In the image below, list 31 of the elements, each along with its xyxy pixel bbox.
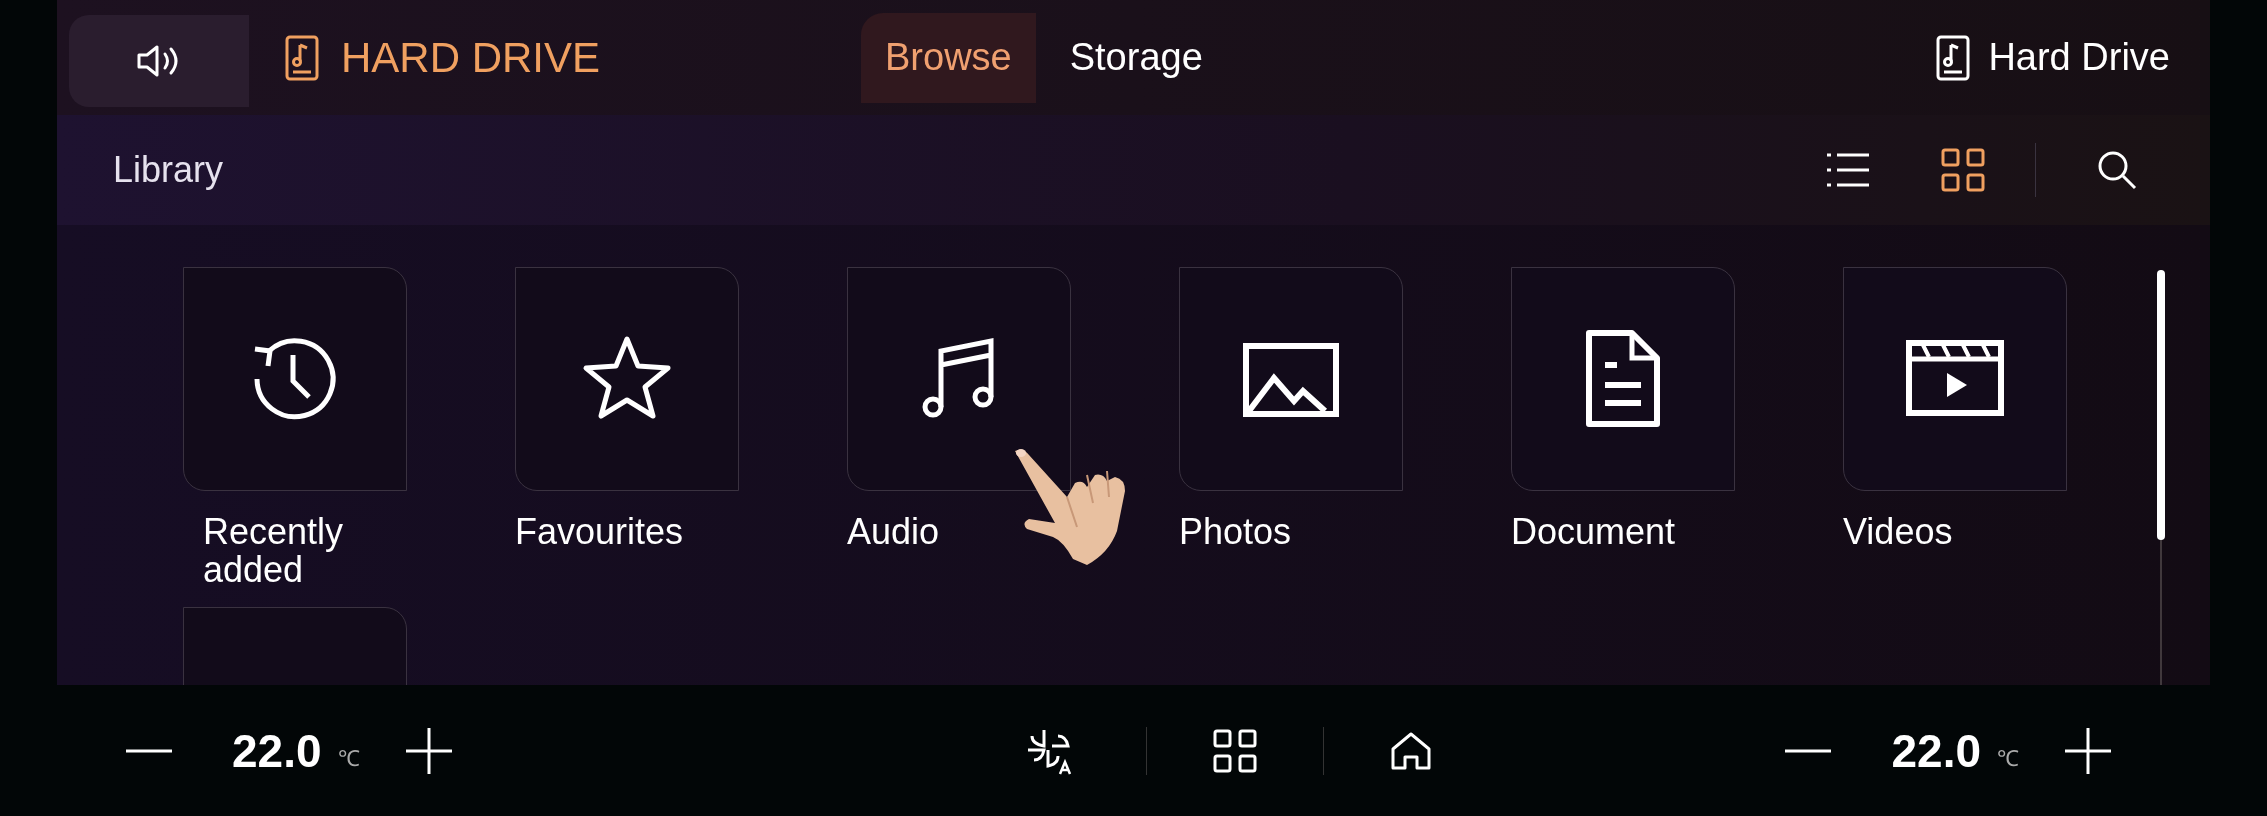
minus-icon xyxy=(1785,748,1832,753)
category-label: Recently added xyxy=(202,513,345,589)
category-label: Audio xyxy=(847,513,941,551)
category-tile[interactable] xyxy=(183,267,407,491)
temperature-value: 22.0 xyxy=(1891,723,1981,778)
category-tile[interactable] xyxy=(1179,267,1403,491)
category-tile[interactable] xyxy=(515,267,739,491)
category-label: Document xyxy=(1511,513,1677,551)
plus-icon xyxy=(2065,727,2111,774)
temperature-unit: ℃ xyxy=(1997,744,2019,772)
tab[interactable]: Storage xyxy=(1045,12,1227,103)
category-tile[interactable] xyxy=(1511,267,1735,491)
source-title: HARD DRIVE xyxy=(341,33,602,82)
tab[interactable]: Browse xyxy=(861,12,1036,103)
grid-icon xyxy=(1941,148,1985,192)
search-icon xyxy=(2096,149,2138,191)
drive-icon xyxy=(1936,34,1971,81)
drive-icon xyxy=(285,34,319,81)
category-tile[interactable] xyxy=(847,267,1071,491)
category-label: Photos xyxy=(1179,513,1293,551)
category-label: Videos xyxy=(1843,513,1954,551)
device-name: Hard Drive xyxy=(1988,36,2170,79)
plus-icon xyxy=(405,727,452,774)
library-title: Library xyxy=(113,149,224,191)
category-label: Favourites xyxy=(515,513,685,551)
volume-button[interactable] xyxy=(69,14,249,107)
scrollbar[interactable] xyxy=(2157,270,2165,540)
category-tile[interactable] xyxy=(1843,267,2067,491)
temperature-unit: ℃ xyxy=(337,744,360,772)
temperature-value: 22.0 xyxy=(232,723,322,778)
minus-icon xyxy=(126,748,172,753)
